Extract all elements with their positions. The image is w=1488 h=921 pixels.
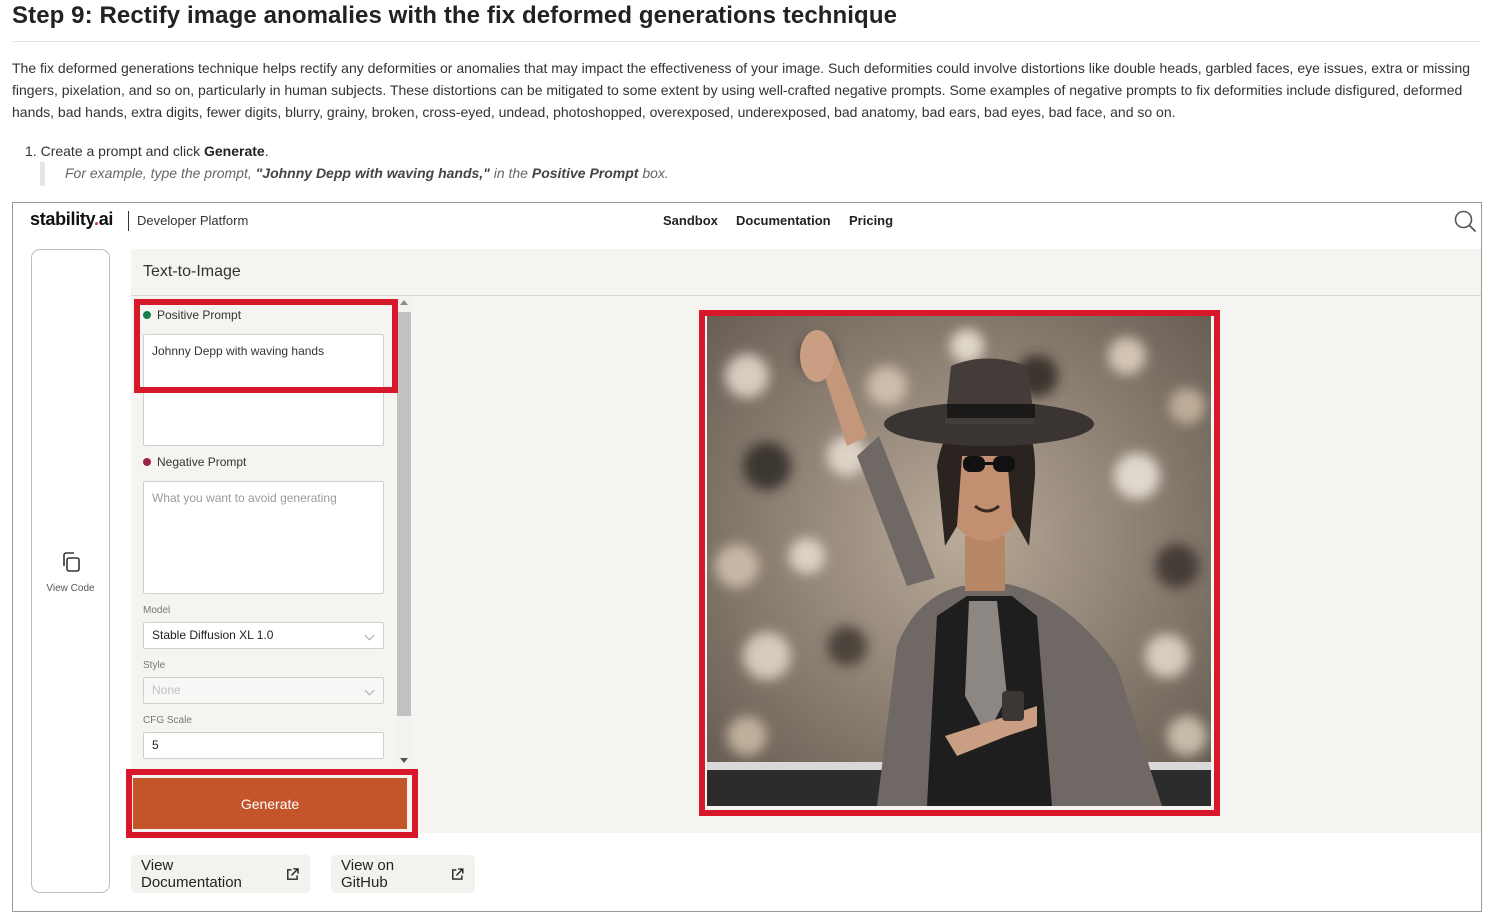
view-code-button[interactable]: View Code (32, 550, 109, 596)
intro-paragraph: The fix deformed generations technique h… (12, 60, 1471, 120)
style-select[interactable]: None (143, 677, 384, 704)
nav-documentation[interactable]: Documentation (736, 213, 831, 228)
sidebar: View Code (31, 249, 110, 893)
negative-prompt-label-text: Negative Prompt (157, 455, 247, 469)
logo-main: stability (30, 209, 94, 229)
view-github-button[interactable]: View on GitHub (331, 855, 475, 893)
negative-prompt-input[interactable]: What you want to avoid generating (143, 481, 384, 594)
copy-icon (62, 552, 80, 572)
step-instruction: 1. Create a prompt and click Generate. (25, 141, 269, 161)
cfg-scale-input[interactable]: 5 (143, 732, 384, 759)
nav-sandbox[interactable]: Sandbox (663, 213, 718, 228)
app-screenshot: stability.ai Developer Platform Sandbox … (12, 202, 1482, 912)
negative-dot-icon (143, 458, 151, 466)
note-box: Positive Prompt (531, 165, 639, 181)
note-end: box. (638, 165, 669, 181)
external-link-icon (287, 867, 299, 880)
example-note: For example, type the prompt, "Johnny De… (40, 162, 669, 186)
scrollbar-thumb[interactable] (397, 312, 411, 716)
note-pre: For example, type the prompt, (65, 165, 256, 181)
panel-title: Text-to-Image (143, 263, 241, 280)
view-github-label: View on GitHub (341, 857, 395, 891)
generated-image (707, 316, 1211, 806)
step-title: Step 9: Rectify image anomalies with the… (12, 2, 898, 29)
step-bold: Generate (203, 143, 265, 159)
logo-separator (128, 211, 129, 231)
chevron-down-icon (364, 685, 375, 696)
generate-highlight (126, 769, 418, 838)
style-label: Style (143, 660, 166, 671)
positive-prompt-highlight (134, 299, 398, 393)
model-label: Model (143, 605, 171, 616)
note-mid: in the (489, 165, 532, 181)
generated-portrait-image (707, 316, 1211, 806)
developer-platform-label: Developer Platform (137, 213, 249, 228)
chevron-down-icon (364, 630, 375, 641)
logo-ai: ai (98, 209, 114, 229)
note-prompt: "Johnny Depp with waving hands," (255, 165, 490, 181)
scroll-up-arrow-icon[interactable] (400, 300, 408, 305)
model-select[interactable]: Stable Diffusion XL 1.0 (143, 622, 384, 649)
step-end: . (264, 143, 269, 159)
nav-pricing[interactable]: Pricing (849, 213, 893, 228)
step-number: 1. (25, 143, 37, 159)
view-documentation-button[interactable]: View Documentation (131, 855, 310, 893)
search-icon[interactable] (1453, 209, 1477, 233)
view-code-label: View Code (46, 583, 95, 594)
external-link-icon (452, 867, 464, 880)
title-divider (12, 41, 1481, 42)
style-value: None (152, 683, 181, 697)
scroll-down-arrow-icon[interactable] (400, 758, 408, 763)
model-value: Stable Diffusion XL 1.0 (152, 628, 274, 642)
view-documentation-label: View Documentation (141, 857, 242, 891)
step-text: Create a prompt and click (40, 143, 204, 159)
stability-logo[interactable]: stability.ai (30, 209, 113, 230)
cfg-scale-label: CFG Scale (143, 715, 192, 726)
negative-prompt-label: Negative Prompt (143, 455, 246, 469)
